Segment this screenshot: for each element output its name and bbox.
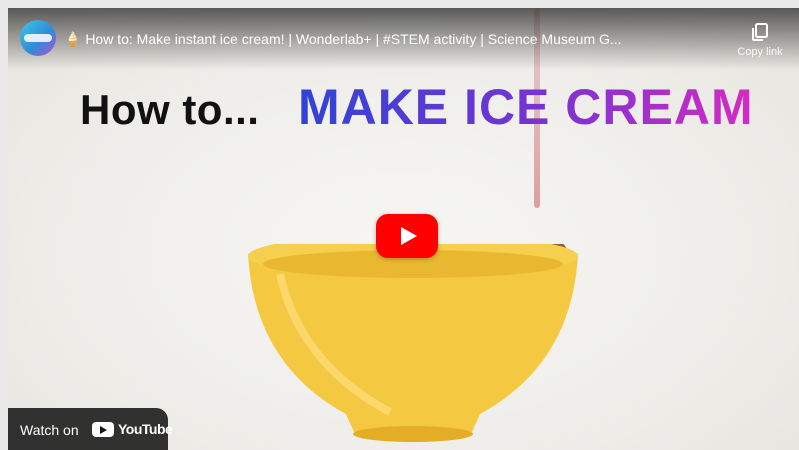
channel-avatar[interactable] (20, 20, 56, 56)
headline-main: MAKE ICE CREAM (297, 79, 754, 135)
ice-cream-bowl-image (248, 244, 578, 442)
headline-prefix: How to... (80, 86, 260, 133)
copy-link-label: Copy link (737, 46, 783, 58)
watch-on-label: Watch on (20, 422, 79, 438)
play-button[interactable] (376, 214, 438, 258)
video-title-link[interactable]: 🍦 How to: Make instant ice cream! | Wond… (64, 31, 724, 48)
thumbnail-headline: How to... MAKE ICE CREAM (80, 78, 754, 136)
copy-icon (752, 23, 768, 41)
watch-on-youtube-button[interactable]: Watch on YouTube (8, 408, 173, 450)
platform-label: YouTube (118, 421, 173, 437)
copy-link-button[interactable]: Copy link (729, 22, 791, 58)
play-icon (401, 227, 417, 245)
video-embed[interactable]: How to... MAKE ICE CREAM 🍦 How to: Make … (8, 8, 799, 450)
video-top-bar: 🍦 How to: Make instant ice cream! | Wond… (8, 8, 799, 70)
